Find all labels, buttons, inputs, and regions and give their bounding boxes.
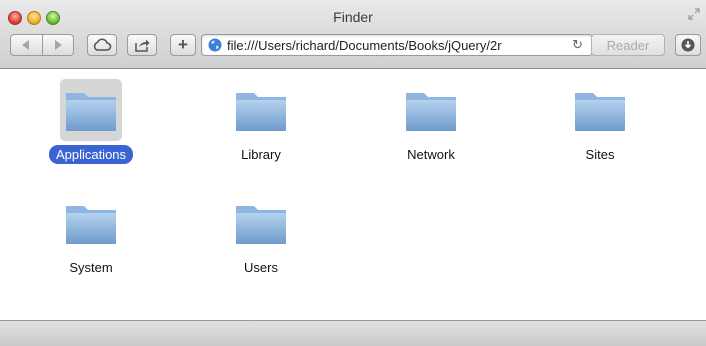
folder-icon xyxy=(406,93,456,131)
finder-window: Finder + file:///Users/richard/Documents… xyxy=(0,0,706,346)
folder-icon xyxy=(236,206,286,244)
folder-icon xyxy=(236,93,286,131)
folder-label-system: System xyxy=(69,260,113,275)
window-toolbar: Finder + file:///Users/richard/Documents… xyxy=(0,0,706,69)
forward-arrow-icon xyxy=(54,40,62,50)
folder-icon-wrap xyxy=(60,192,122,254)
forward-button[interactable] xyxy=(42,34,74,56)
back-forward-control xyxy=(10,34,74,56)
reload-icon[interactable]: ↻ xyxy=(572,37,583,53)
folder-item-network[interactable]: Network xyxy=(371,79,491,169)
add-bookmark-button[interactable]: + xyxy=(170,34,196,56)
reader-button[interactable]: Reader xyxy=(591,34,665,56)
status-bar xyxy=(0,320,706,346)
cloud-icon xyxy=(93,38,112,51)
share-button[interactable] xyxy=(127,34,157,56)
folder-icon-wrap xyxy=(569,79,631,141)
address-bar[interactable]: file:///Users/richard/Documents/Books/jQ… xyxy=(201,34,593,56)
window-title: Finder xyxy=(333,9,373,25)
folder-label-library: Library xyxy=(241,147,281,162)
folder-icon xyxy=(66,93,116,131)
folder-selection-highlight xyxy=(60,79,122,141)
folder-icon xyxy=(575,93,625,131)
icloud-tabs-button[interactable] xyxy=(87,34,117,56)
share-icon xyxy=(135,39,150,52)
folder-icon-wrap xyxy=(400,79,462,141)
folder-icon xyxy=(66,206,116,244)
folder-item-system[interactable]: System xyxy=(31,192,151,282)
back-button[interactable] xyxy=(10,34,43,56)
folder-icon-grid: Applications Library Network Sites Syste… xyxy=(0,69,706,320)
folder-icon-wrap xyxy=(230,79,292,141)
downloads-button[interactable] xyxy=(675,34,701,56)
folder-label-applications: Applications xyxy=(48,145,134,164)
url-text[interactable]: file:///Users/richard/Documents/Books/jQ… xyxy=(227,38,557,54)
folder-label-network: Network xyxy=(407,147,455,162)
folder-item-applications[interactable]: Applications xyxy=(31,79,151,169)
folder-item-users[interactable]: Users xyxy=(201,192,321,282)
folder-icon-wrap xyxy=(230,192,292,254)
back-arrow-icon xyxy=(22,40,30,50)
globe-icon xyxy=(208,38,222,52)
folder-item-library[interactable]: Library xyxy=(201,79,321,169)
folder-label-sites: Sites xyxy=(585,147,615,162)
folder-item-sites[interactable]: Sites xyxy=(540,79,660,169)
download-icon xyxy=(681,38,695,52)
fullscreen-icon[interactable] xyxy=(688,8,700,20)
folder-label-users: Users xyxy=(244,260,278,275)
